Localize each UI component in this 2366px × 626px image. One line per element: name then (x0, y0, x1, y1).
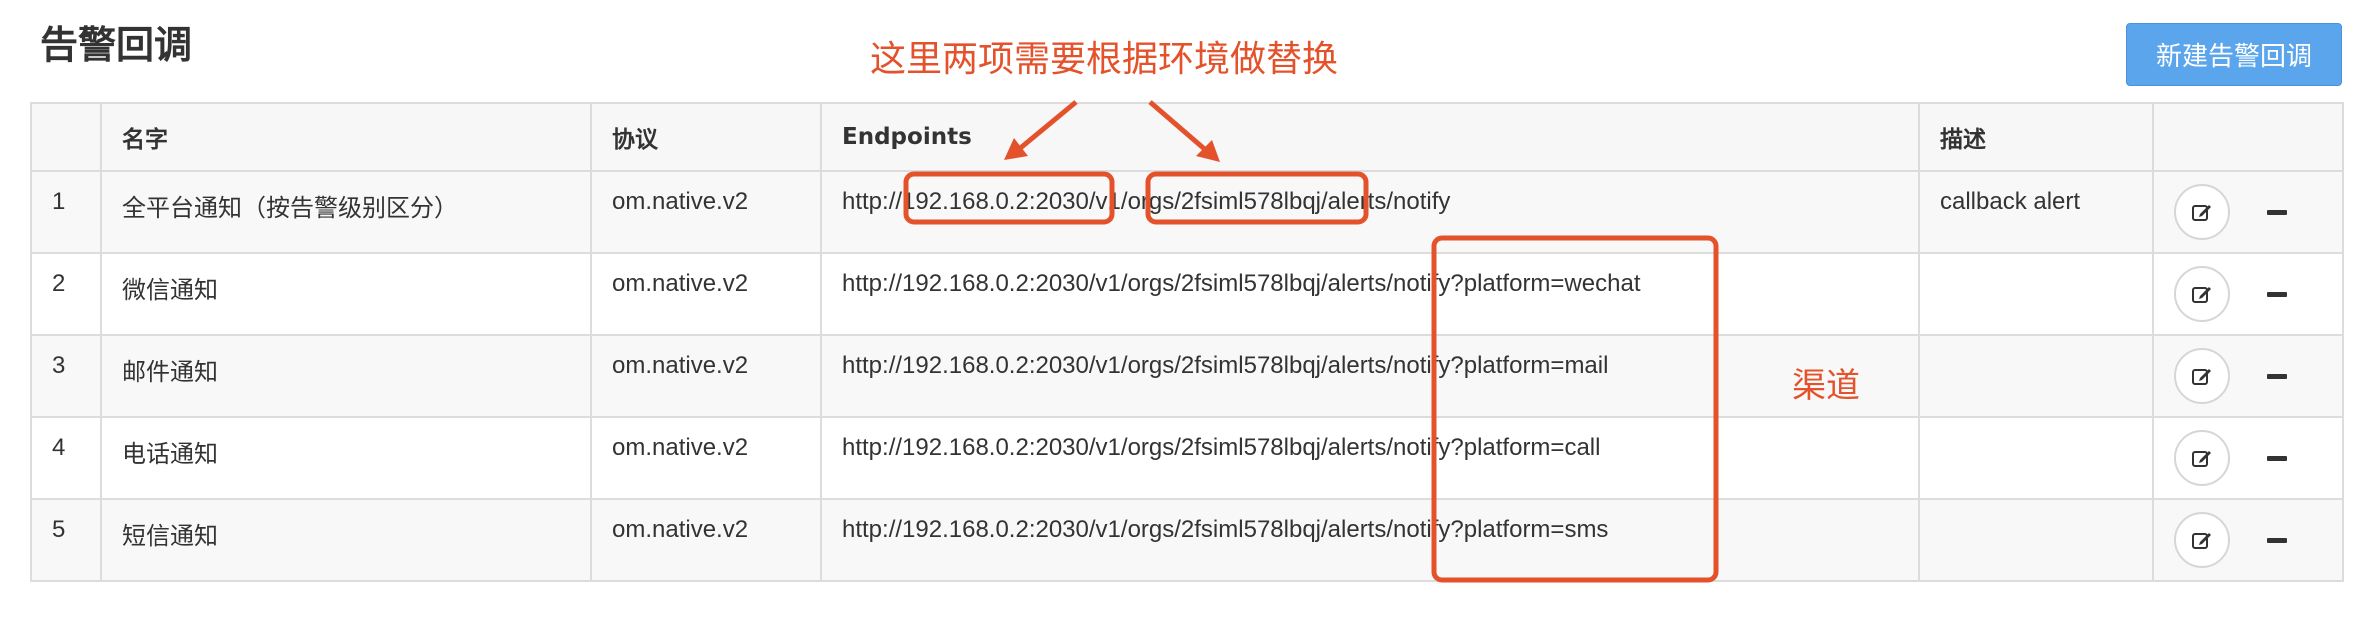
row-protocol: om.native.v2 (590, 252, 822, 336)
edit-button[interactable] (2174, 266, 2230, 322)
row-name: 邮件通知 (100, 334, 592, 418)
edit-button[interactable] (2174, 184, 2230, 240)
row-description (1918, 252, 2154, 336)
remove-button[interactable] (2262, 443, 2292, 473)
minus-icon (2267, 537, 2287, 543)
edit-button[interactable] (2174, 512, 2230, 568)
minus-icon (2267, 373, 2287, 379)
minus-icon (2267, 455, 2287, 461)
row-endpoint: http://192.168.0.2:2030/v1/orgs/2fsiml57… (820, 498, 1920, 582)
remove-button[interactable] (2262, 279, 2292, 309)
minus-icon (2267, 291, 2287, 297)
column-header-endpoints: Endpoints (820, 102, 1920, 172)
row-name: 电话通知 (100, 416, 592, 500)
row-index: 5 (30, 498, 102, 582)
callback-table: 名字 协议 Endpoints 描述 1 全平台通知（按告警级别区分） om.n… (30, 102, 2344, 582)
row-endpoint: http://192.168.0.2:2030/v1/orgs/2fsiml57… (820, 252, 1920, 336)
edit-button[interactable] (2174, 348, 2230, 404)
row-endpoint: http://192.168.0.2:2030/v1/orgs/2fsiml57… (820, 416, 1920, 500)
row-name: 短信通知 (100, 498, 592, 582)
row-name: 微信通知 (100, 252, 592, 336)
remove-button[interactable] (2262, 197, 2292, 227)
row-protocol: om.native.v2 (590, 334, 822, 418)
column-header-description: 描述 (1918, 102, 2154, 172)
annotation-channel-note: 渠道 (1792, 366, 1860, 406)
column-header-protocol: 协议 (590, 102, 822, 172)
annotation-replace-note: 这里两项需要根据环境做替换 (870, 39, 1339, 80)
edit-icon (2192, 451, 2211, 467)
row-actions (2152, 498, 2344, 582)
row-protocol: om.native.v2 (590, 170, 822, 254)
column-header-actions (2152, 102, 2344, 172)
remove-button[interactable] (2262, 525, 2292, 555)
row-name: 全平台通知（按告警级别区分） (100, 170, 592, 254)
table-header-row: 名字 协议 Endpoints 描述 (30, 102, 2344, 172)
remove-button[interactable] (2262, 361, 2292, 391)
row-index: 1 (30, 170, 102, 254)
new-alert-callback-button[interactable]: 新建告警回调 (2126, 23, 2342, 86)
row-actions (2152, 252, 2344, 336)
edit-icon (2192, 205, 2211, 221)
row-description (1918, 416, 2154, 500)
edit-icon (2192, 533, 2211, 549)
row-index: 4 (30, 416, 102, 500)
edit-icon (2192, 369, 2211, 385)
row-actions (2152, 334, 2344, 418)
table-row: 1 全平台通知（按告警级别区分） om.native.v2 http://192… (30, 170, 2344, 254)
column-header-name: 名字 (100, 102, 592, 172)
row-endpoint: http://192.168.0.2:2030/v1/orgs/2fsiml57… (820, 334, 1920, 418)
row-description: callback alert (1918, 170, 2154, 254)
table-row: 4 电话通知 om.native.v2 http://192.168.0.2:2… (30, 416, 2344, 500)
table-row: 5 短信通知 om.native.v2 http://192.168.0.2:2… (30, 498, 2344, 582)
table-row: 2 微信通知 om.native.v2 http://192.168.0.2:2… (30, 252, 2344, 336)
row-endpoint: http://192.168.0.2:2030/v1/orgs/2fsiml57… (820, 170, 1920, 254)
table-row: 3 邮件通知 om.native.v2 http://192.168.0.2:2… (30, 334, 2344, 418)
minus-icon (2267, 209, 2287, 215)
column-header-index (30, 102, 102, 172)
edit-icon (2192, 287, 2211, 303)
row-index: 2 (30, 252, 102, 336)
row-actions (2152, 416, 2344, 500)
row-protocol: om.native.v2 (590, 498, 822, 582)
row-protocol: om.native.v2 (590, 416, 822, 500)
row-description (1918, 498, 2154, 582)
edit-button[interactable] (2174, 430, 2230, 486)
row-actions (2152, 170, 2344, 254)
row-description (1918, 334, 2154, 418)
row-index: 3 (30, 334, 102, 418)
page-title: 告警回调 (40, 23, 193, 67)
